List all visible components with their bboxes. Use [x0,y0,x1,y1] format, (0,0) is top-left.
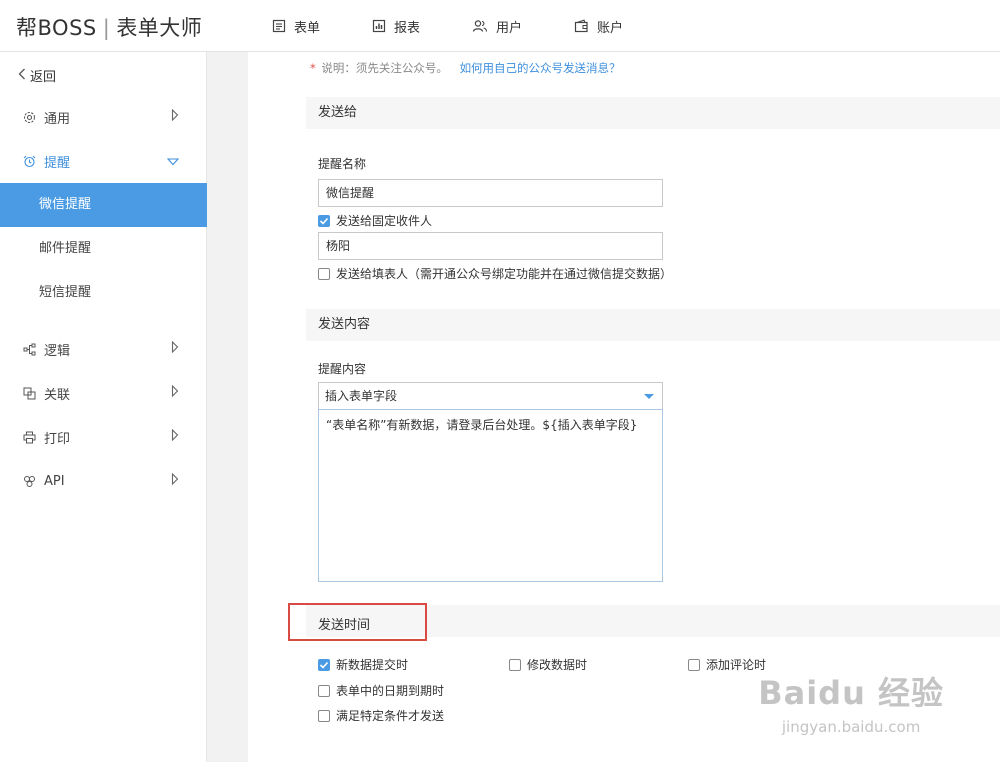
sidebar-item-association[interactable]: 关联 [0,371,207,415]
sidebar-item-reminder[interactable]: 提醒 [0,139,207,183]
main-panel: * 说明：须先关注公众号。 如何用自己的公众号发送消息？ 发送给 提醒名称 微信… [248,52,1000,762]
option-date-due[interactable]: 表单中的日期到期时 [318,682,444,699]
back-link[interactable]: 返回 [18,66,56,85]
alarm-clock-icon [22,154,36,168]
option-label: 满足特定条件才发送 [336,709,445,723]
report-icon [372,19,386,33]
sidebar-subitem-email[interactable]: 邮件提醒 [0,227,207,271]
nav-label: 账户 [597,20,624,36]
section-header-send-content: 发送内容 [306,309,1000,341]
content-label: 提醒内容 [318,362,367,376]
logic-flow-icon [22,342,36,356]
caret-right-icon [171,108,179,125]
sidebar-item-label: 通用 [44,111,71,127]
condition-checkbox[interactable] [318,709,330,722]
form-icon [272,19,286,33]
insert-field-selected: 插入表单字段 [325,389,398,403]
option-label: 添加评论时 [706,658,767,672]
sidebar-item-logic[interactable]: 逻辑 [0,327,207,371]
notice-line: * 说明：须先关注公众号。 如何用自己的公众号发送消息？ [310,60,621,76]
sidebar-item-general[interactable]: 通用 [0,95,207,139]
modify-data-checkbox[interactable] [509,658,521,671]
send-time-title: 发送时间 [318,618,371,633]
product-name: 表单大师 [116,16,203,40]
brand-separator: | [102,16,111,40]
chevron-down-icon [644,394,654,399]
sidebar-subitem-wechat[interactable]: 微信提醒 [0,183,207,227]
add-comment-checkbox[interactable] [688,658,700,671]
nav-item-form[interactable]: 表单 [272,17,320,36]
caret-right-icon [171,340,179,357]
caret-right-icon [171,428,179,445]
nav-label: 表单 [294,20,321,36]
option-new-data-submit[interactable]: 新数据提交时 [318,656,408,673]
back-label: 返回 [30,70,57,85]
sidebar-item-label: 提醒 [44,155,71,171]
notice-text: 说明：须先关注公众号。 [321,61,448,75]
new-data-checkbox[interactable] [318,658,330,671]
insert-field-select[interactable]: 插入表单字段 [318,382,663,410]
sidebar-subitem-label: 短信提醒 [39,285,92,300]
option-label: 修改数据时 [527,658,588,672]
caret-right-icon [171,472,179,489]
printer-icon [22,430,36,444]
filler-recipient-checkbox[interactable] [318,267,330,280]
api-icon [22,474,36,488]
chevron-left-icon [18,68,26,84]
option-condition[interactable]: 满足特定条件才发送 [318,707,444,724]
sidebar-subitem-label: 微信提醒 [39,197,92,212]
reminder-name-input[interactable]: 微信提醒 [318,179,663,207]
date-due-checkbox[interactable] [318,684,330,697]
option-label: 新数据提交时 [336,658,409,672]
nav-item-users[interactable]: 用户 [472,17,522,36]
sidebar-item-label: API [44,473,65,489]
option-add-comment[interactable]: 添加评论时 [688,656,766,673]
section-header-send-to: 发送给 [306,97,1000,129]
sidebar-item-api[interactable]: API [0,459,207,503]
reminder-name-label: 提醒名称 [318,157,367,171]
link-icon [22,386,36,400]
fixed-recipient-checkbox[interactable] [318,214,330,227]
users-icon [472,20,488,32]
caret-right-icon [171,384,179,401]
nav-item-report[interactable]: 报表 [372,17,420,36]
sidebar-item-label: 打印 [44,431,71,447]
nav-label: 报表 [394,20,421,36]
sidebar: 返回 通用 提醒 微信提醒 邮件提醒 短信提醒 逻辑 关联 打印 API [0,52,207,762]
app-logo[interactable]: 帮BOSS | 表单大师 [16,12,202,42]
option-modify-data[interactable]: 修改数据时 [509,656,587,673]
fixed-recipient-label: 发送给固定收件人 [336,214,433,228]
wallet-icon [574,19,588,33]
top-bar: 帮BOSS | 表单大师 表单 报表 用户 账户 [0,0,1000,52]
filler-recipient-option[interactable]: 发送给填表人（需开通公众号绑定功能并在通过微信提交数据） [318,265,672,282]
required-star: * [310,61,316,75]
fixed-recipient-option[interactable]: 发送给固定收件人 [318,212,432,229]
sidebar-item-label: 逻辑 [44,343,71,359]
brand-name: 帮BOSS [16,16,97,40]
sidebar-item-label: 关联 [44,387,71,403]
recipient-input[interactable]: 杨阳 [318,232,663,260]
caret-down-icon [166,155,180,170]
filler-recipient-label: 发送给填表人（需开通公众号绑定功能并在通过微信提交数据） [336,267,673,281]
nav-label: 用户 [496,20,523,36]
sidebar-subitem-sms[interactable]: 短信提醒 [0,271,207,315]
nav-item-account[interactable]: 账户 [574,17,623,36]
help-link[interactable]: 如何用自己的公众号发送消息？ [460,61,621,75]
message-textarea[interactable]: “表单名称”有新数据，请登录后台处理。${插入表单字段} [318,409,663,582]
gear-icon [22,110,36,124]
sidebar-subitem-label: 邮件提醒 [39,241,92,256]
sidebar-item-print[interactable]: 打印 [0,415,207,459]
option-label: 表单中的日期到期时 [336,684,445,698]
top-nav: 表单 报表 用户 账户 [272,0,675,52]
